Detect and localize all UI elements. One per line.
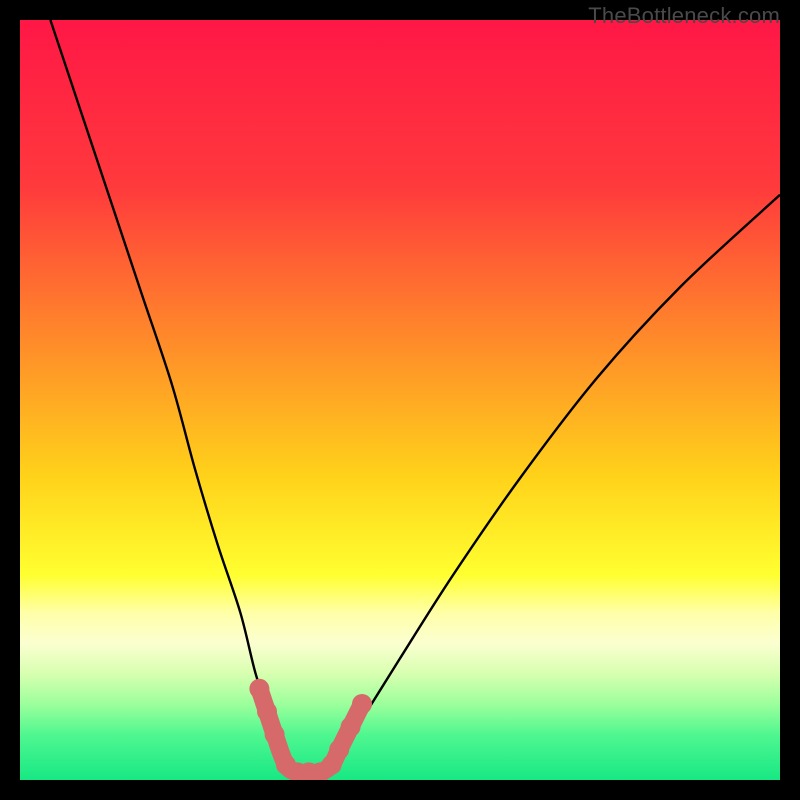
zone-marker-dot [341,717,361,737]
chart-overlay [20,20,780,780]
zone-marker-dot [329,740,349,760]
curve-left [50,20,293,780]
zone-highlight-dots [249,679,372,780]
zone-marker-dot [257,702,277,722]
zone-marker-dot [265,724,285,744]
zone-marker-dot [352,694,372,714]
watermark-label: TheBottleneck.com [588,3,780,29]
chart-frame [20,20,780,780]
zone-marker-dot [249,679,269,699]
curve-right [324,195,780,780]
